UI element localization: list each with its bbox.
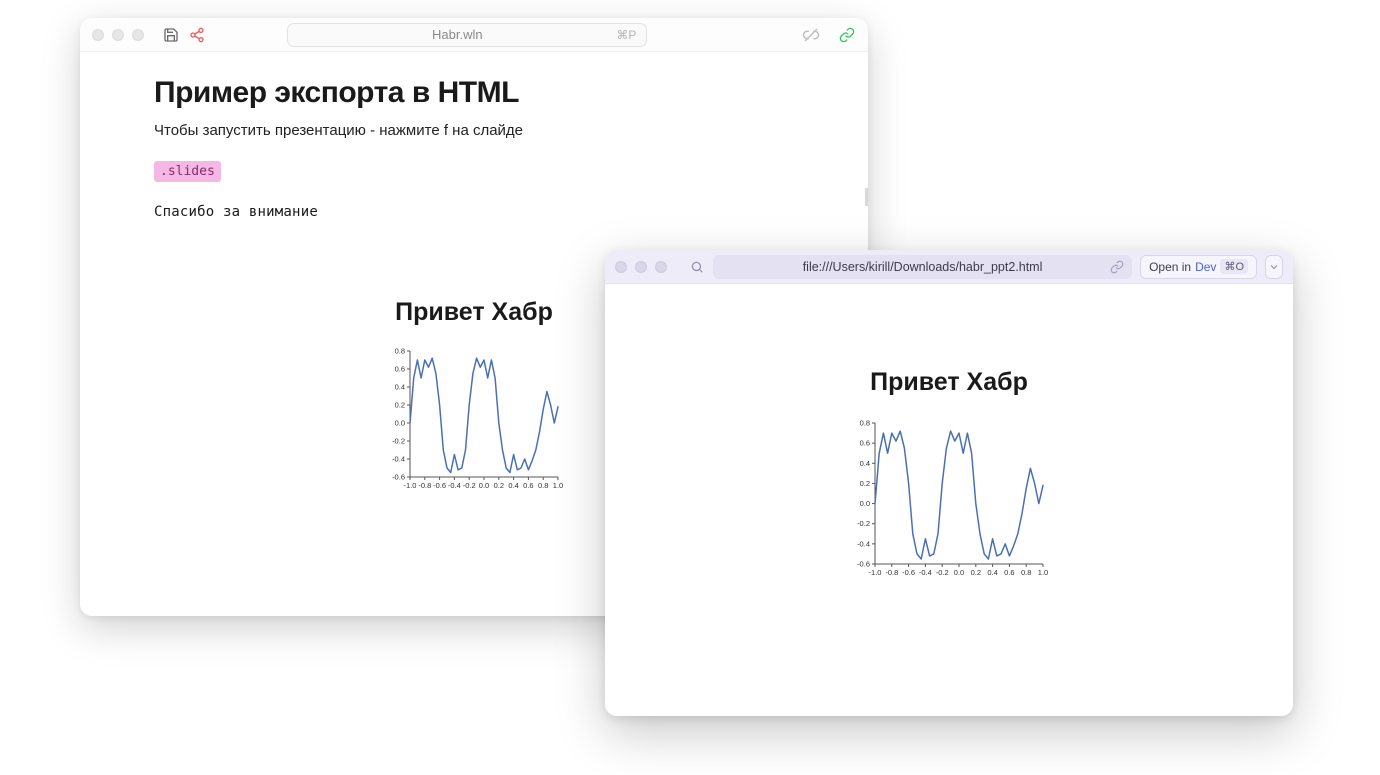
svg-text:-0.6: -0.6: [902, 568, 915, 577]
svg-text:1.0: 1.0: [1038, 568, 1048, 577]
browser-window: file:///Users/kirill/Downloads/habr_ppt2…: [605, 250, 1293, 716]
svg-text:0.4: 0.4: [395, 383, 405, 392]
svg-text:0.4: 0.4: [508, 481, 518, 490]
open-in-dropdown[interactable]: [1265, 255, 1283, 279]
svg-text:0.6: 0.6: [860, 439, 870, 448]
svg-text:1.0: 1.0: [553, 481, 563, 490]
save-icon[interactable]: [162, 26, 180, 44]
search-icon[interactable]: [689, 259, 705, 275]
svg-text:-0.8: -0.8: [418, 481, 431, 490]
svg-text:-0.6: -0.6: [433, 481, 446, 490]
svg-text:0.0: 0.0: [954, 568, 964, 577]
address-link-icon[interactable]: [1110, 260, 1124, 274]
svg-text:-0.4: -0.4: [857, 539, 870, 548]
svg-text:0.8: 0.8: [1021, 568, 1031, 577]
svg-text:0.6: 0.6: [395, 365, 405, 374]
window-traffic-lights: [92, 29, 144, 41]
file-title-pill[interactable]: Habr.wln ⌘P: [287, 23, 647, 47]
chart-2: -0.6-0.4-0.20.00.20.40.60.8-1.0-0.8-0.6-…: [605, 417, 1293, 582]
svg-text:0.4: 0.4: [860, 459, 870, 468]
document-intro: Чтобы запустить презентацию - нажмите f …: [154, 122, 794, 139]
svg-text:-0.2: -0.2: [857, 519, 870, 528]
address-bar[interactable]: file:///Users/kirill/Downloads/habr_ppt2…: [713, 255, 1132, 279]
link-icon[interactable]: [838, 26, 856, 44]
svg-text:-0.4: -0.4: [392, 455, 405, 464]
file-name: Habr.wln: [298, 27, 616, 42]
svg-text:0.2: 0.2: [971, 568, 981, 577]
svg-text:-0.8: -0.8: [885, 568, 898, 577]
svg-text:0.2: 0.2: [395, 401, 405, 410]
svg-text:-1.0: -1.0: [404, 481, 417, 490]
zoom-dot[interactable]: [655, 261, 667, 273]
document-heading: Пример экспорта в HTML: [154, 76, 794, 110]
svg-text:-0.2: -0.2: [463, 481, 476, 490]
slides-tag[interactable]: .slides: [154, 161, 221, 182]
editor-titlebar: Habr.wln ⌘P: [80, 18, 868, 52]
svg-text:0.8: 0.8: [860, 419, 870, 428]
svg-text:0.8: 0.8: [395, 347, 405, 356]
open-in-target: Dev: [1195, 260, 1216, 274]
svg-text:0.8: 0.8: [538, 481, 548, 490]
svg-text:0.6: 0.6: [523, 481, 533, 490]
svg-text:0.0: 0.0: [395, 419, 405, 428]
address-url: file:///Users/kirill/Downloads/habr_ppt2…: [803, 260, 1043, 274]
zoom-dot[interactable]: [132, 29, 144, 41]
unlink-icon[interactable]: [802, 26, 820, 44]
open-in-shortcut: ⌘O: [1220, 259, 1248, 274]
svg-text:-0.2: -0.2: [936, 568, 949, 577]
svg-text:0.6: 0.6: [1004, 568, 1014, 577]
close-dot[interactable]: [615, 261, 627, 273]
svg-text:0.2: 0.2: [494, 481, 504, 490]
file-shortcut: ⌘P: [616, 28, 636, 42]
browser-titlebar: file:///Users/kirill/Downloads/habr_ppt2…: [605, 250, 1293, 284]
svg-text:-0.4: -0.4: [448, 481, 461, 490]
close-dot[interactable]: [92, 29, 104, 41]
svg-text:-1.0: -1.0: [869, 568, 882, 577]
svg-text:0.0: 0.0: [479, 481, 489, 490]
svg-text:0.0: 0.0: [860, 499, 870, 508]
svg-text:-0.2: -0.2: [392, 437, 405, 446]
gutter-mark: [865, 188, 868, 206]
open-in-label: Open in: [1149, 260, 1191, 274]
browser-slide-title: Привет Хабр: [605, 368, 1293, 397]
thanks-line: Спасибо за внимание: [154, 204, 794, 220]
chart-1: -0.6-0.4-0.20.00.20.40.60.8-1.0-0.8-0.6-…: [384, 345, 564, 500]
open-in-button[interactable]: Open in Dev ⌘O: [1140, 255, 1257, 279]
minimize-dot[interactable]: [112, 29, 124, 41]
browser-traffic-lights: [615, 261, 667, 273]
minimize-dot[interactable]: [635, 261, 647, 273]
svg-text:0.2: 0.2: [860, 479, 870, 488]
browser-body: Привет Хабр -0.6 -0.4 -0.2 0.0 0.2 0.4 0.6 0.8 -…: [605, 368, 1293, 716]
svg-text:0.4: 0.4: [987, 568, 997, 577]
svg-text:-0.4: -0.4: [919, 568, 932, 577]
share-icon[interactable]: [188, 26, 206, 44]
